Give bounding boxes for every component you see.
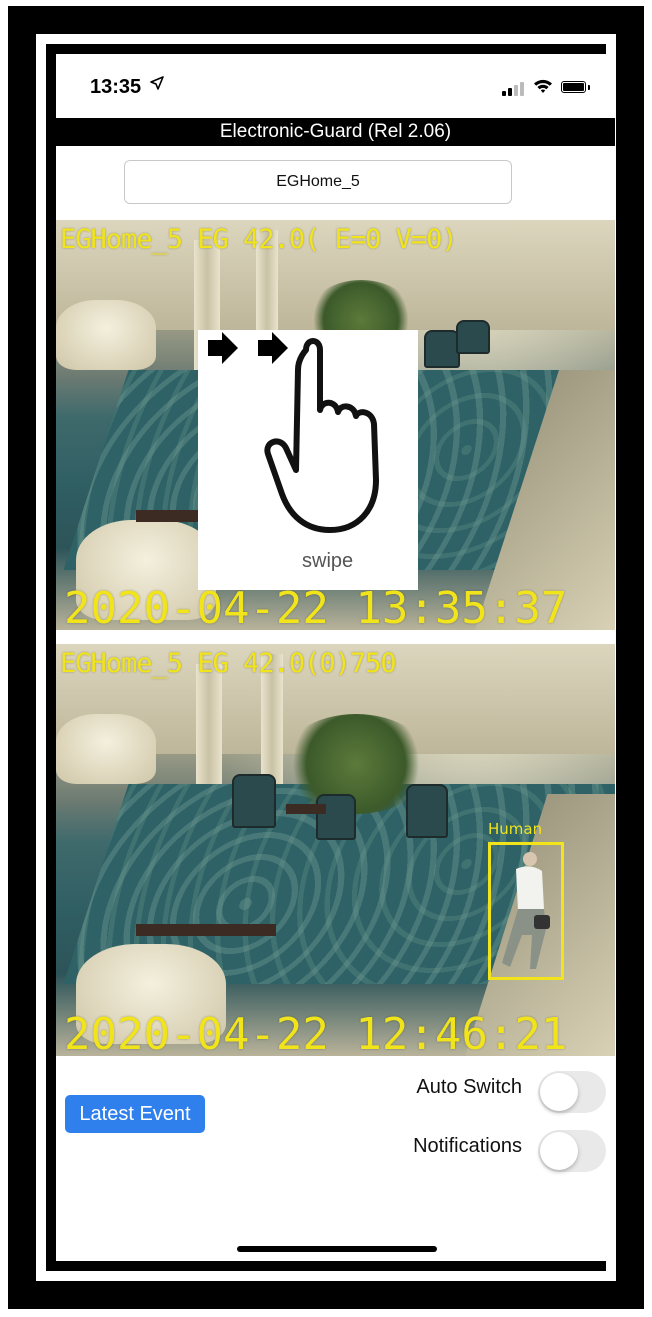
auto-switch-toggle[interactable] (538, 1071, 606, 1113)
camera-timestamp: 2020-04-22 13:35:37 (64, 583, 568, 630)
swipe-hint: swipe (198, 330, 418, 590)
battery-cap (588, 85, 590, 90)
swipe-hand-icon (208, 332, 379, 533)
event-timestamp: 2020-04-22 12:46:21 (64, 1009, 568, 1056)
swipe-label: swipe (302, 550, 354, 572)
wifi-icon (533, 78, 553, 94)
notifications-toggle[interactable] (538, 1130, 606, 1172)
auto-switch-label: Auto Switch (416, 1076, 522, 1098)
toggle-knob (540, 1132, 578, 1170)
latest-event-button[interactable]: Latest Event (65, 1095, 205, 1133)
event-overlay-text: EGHome_5 EG 42.0(0)750 (60, 648, 397, 679)
status-bar: 13:35 (56, 54, 615, 118)
phone-screen: 13:35 Electronic-Guard (Rel 2.06) EGHome… (56, 54, 615, 1261)
event-camera-view[interactable]: EGHome_5 EG 42.0(0)750 Human 2020-04-22 … (56, 644, 615, 1056)
detection-box (488, 842, 564, 980)
status-time: 13:35 (90, 76, 142, 98)
toggle-knob (540, 1073, 578, 1111)
battery-icon (561, 81, 586, 93)
location-arrow-icon (150, 76, 164, 95)
home-indicator[interactable] (237, 1246, 437, 1252)
camera-selector[interactable]: EGHome_5 (124, 160, 512, 204)
cellular-signal-icon (502, 82, 524, 96)
detection-label: Human (488, 820, 543, 838)
app-title: Electronic-Guard (Rel 2.06) (56, 118, 615, 146)
notifications-label: Notifications (413, 1135, 522, 1157)
camera-overlay-text: EGHome_5 EG 42.0( E=0 V=0) (60, 224, 458, 255)
